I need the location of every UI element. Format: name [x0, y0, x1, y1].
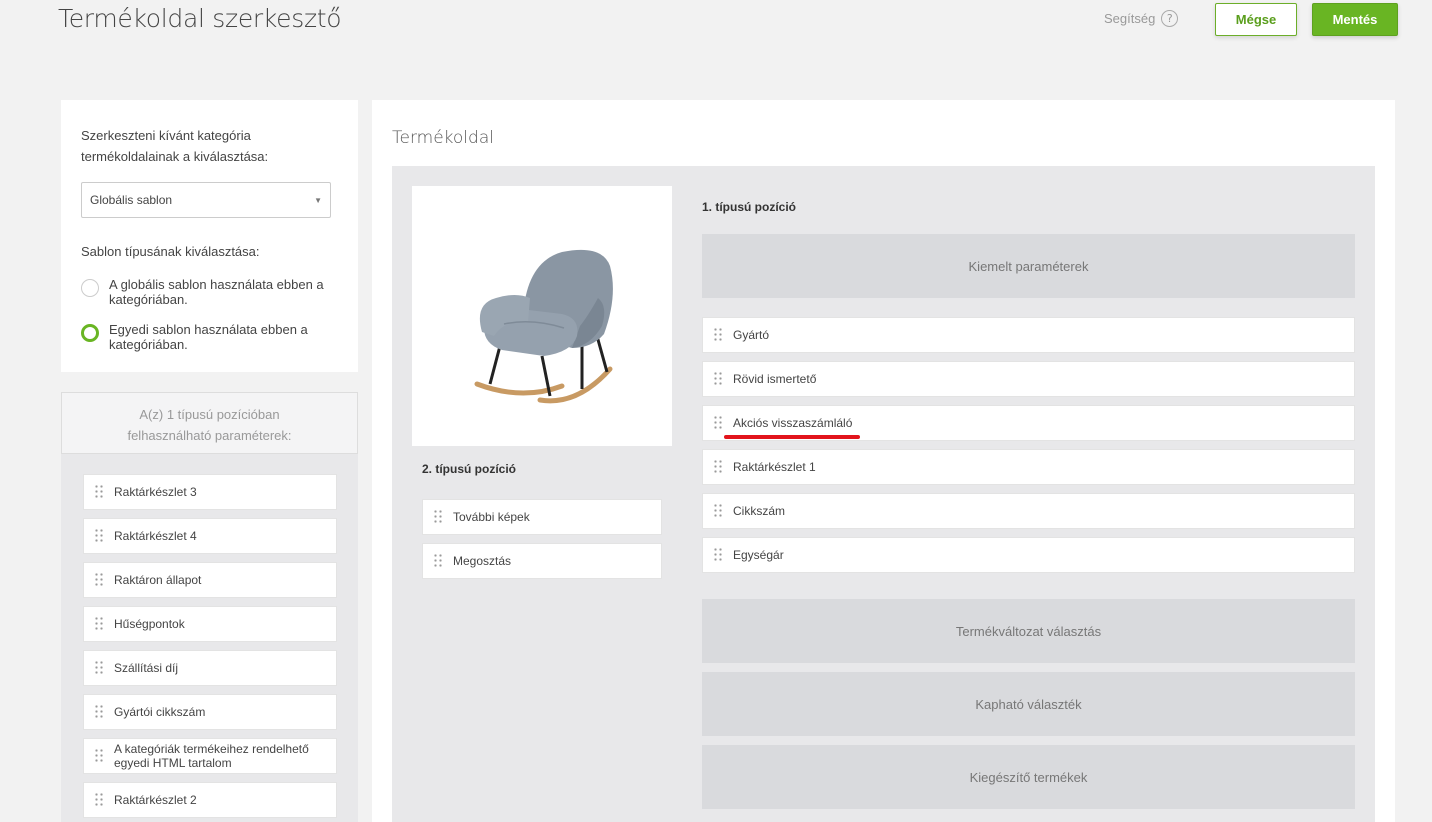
highlighted-params-block[interactable]: Kiemelt paraméterek: [702, 234, 1355, 298]
position1-item[interactable]: Akciós visszaszámláló: [702, 405, 1355, 441]
red-underline-annotation: [724, 435, 860, 439]
param-label: Raktáron állapot: [114, 573, 202, 587]
drag-handle-icon[interactable]: [94, 660, 104, 676]
drag-handle-icon[interactable]: [433, 509, 443, 525]
radio-label: A globális sablon használata ebben a kat…: [109, 277, 324, 307]
position1-item[interactable]: Egységár: [702, 537, 1355, 573]
position2-item[interactable]: További képek: [422, 499, 662, 535]
param-label-line1: A kategóriák termékeihez rendelhető: [114, 742, 309, 756]
radio-custom-template[interactable]: Egyedi sablon használata ebben a kategór…: [81, 322, 341, 352]
available-params-panel: A(z) 1 típusú pozícióban felhasználható …: [61, 392, 358, 822]
item-label: Egységár: [733, 548, 784, 562]
rocking-chair-image: [474, 249, 613, 404]
param-item[interactable]: Gyártói cikkszám: [83, 694, 337, 730]
param-item[interactable]: Raktárkészlet 3: [83, 474, 337, 510]
param-label: Gyártói cikkszám: [114, 705, 206, 719]
params-header-line1: A(z) 1 típusú pozícióban: [139, 407, 280, 422]
param-label: Hűségpontok: [114, 617, 185, 631]
accessory-products-block[interactable]: Kiegészítő termékek: [702, 745, 1355, 809]
radio-label-line1: Egyedi sablon használata ebben a: [109, 322, 308, 337]
param-label-line2: egyedi HTML tartalom: [114, 756, 232, 770]
help-icon[interactable]: ?: [1161, 10, 1179, 27]
category-select[interactable]: Globális sablon ▼: [81, 182, 331, 218]
product-image: [412, 186, 672, 446]
position1-label: 1. típusú pozíció: [702, 200, 797, 214]
product-page-panel: Termékoldal 2. típusú pozíció További ké…: [372, 100, 1395, 822]
radio-label: Egyedi sablon használata ebben a kategór…: [109, 322, 308, 352]
drag-handle-icon[interactable]: [94, 792, 104, 808]
radio-button[interactable]: [81, 279, 99, 297]
layout-canvas: 2. típusú pozíció További képek Megosztá…: [392, 166, 1375, 822]
param-label: Raktárkészlet 4: [114, 529, 197, 543]
param-label: Raktárkészlet 2: [114, 793, 197, 807]
help-label: Segítség: [1104, 11, 1156, 26]
item-label: További képek: [453, 510, 530, 524]
param-label: A kategóriák termékeihez rendelhető egye…: [114, 742, 309, 770]
category-settings-panel: Szerkeszteni kívánt kategória termékolda…: [61, 100, 358, 372]
available-options-block[interactable]: Kapható választék: [702, 672, 1355, 736]
radio-label-line1: A globális sablon használata ebben a: [109, 277, 324, 292]
category-label-line1: Szerkeszteni kívánt kategória: [81, 128, 251, 143]
param-label: Szállítási díj: [114, 661, 179, 675]
category-label: Szerkeszteni kívánt kategória termékolda…: [81, 125, 268, 167]
position2-label: 2. típusú pozíció: [422, 462, 517, 476]
param-item[interactable]: Raktárkészlet 4: [83, 518, 337, 554]
item-label: Cikkszám: [733, 504, 786, 518]
item-label: Raktárkészlet 1: [733, 460, 816, 474]
radio-global-template[interactable]: A globális sablon használata ebben a kat…: [81, 277, 341, 307]
drag-handle-icon[interactable]: [94, 616, 104, 632]
category-select-value: Globális sablon: [90, 193, 173, 207]
radio-button-checked[interactable]: [81, 324, 99, 342]
position2-item[interactable]: Megosztás: [422, 543, 662, 579]
position1-item[interactable]: Cikkszám: [702, 493, 1355, 529]
param-item[interactable]: A kategóriák termékeihez rendelhető egye…: [83, 738, 337, 774]
position1-item[interactable]: Rövid ismertető: [702, 361, 1355, 397]
drag-handle-icon[interactable]: [713, 503, 723, 519]
drag-handle-icon[interactable]: [94, 748, 104, 764]
param-item[interactable]: Raktáron állapot: [83, 562, 337, 598]
help-link[interactable]: Segítség ?: [1104, 10, 1179, 27]
param-item[interactable]: Hűségpontok: [83, 606, 337, 642]
params-header-line2: felhasználható paraméterek:: [127, 428, 292, 443]
page-title: Termékoldal szerkesztő: [58, 4, 342, 33]
radio-label-line2: kategóriában.: [109, 292, 188, 307]
save-button[interactable]: Mentés: [1312, 3, 1398, 36]
drag-handle-icon[interactable]: [94, 572, 104, 588]
template-type-label: Sablon típusának kiválasztása:: [81, 244, 260, 259]
position1-item[interactable]: Raktárkészlet 1: [702, 449, 1355, 485]
position1-item[interactable]: Gyártó: [702, 317, 1355, 353]
drag-handle-icon[interactable]: [713, 327, 723, 343]
category-label-line2: termékoldalainak a kiválasztása:: [81, 149, 269, 164]
drag-handle-icon[interactable]: [713, 547, 723, 563]
drag-handle-icon[interactable]: [713, 371, 723, 387]
drag-handle-icon[interactable]: [94, 704, 104, 720]
drag-handle-icon[interactable]: [94, 484, 104, 500]
radio-label-line2: kategóriában.: [109, 337, 188, 352]
param-item[interactable]: Raktárkészlet 2: [83, 782, 337, 818]
param-item[interactable]: Szállítási díj: [83, 650, 337, 686]
drag-handle-icon[interactable]: [94, 528, 104, 544]
item-label: Akciós visszaszámláló: [733, 416, 853, 430]
drag-handle-icon[interactable]: [433, 553, 443, 569]
drag-handle-icon[interactable]: [713, 415, 723, 431]
drag-handle-icon[interactable]: [713, 459, 723, 475]
item-label: Gyártó: [733, 328, 770, 342]
cancel-button[interactable]: Mégse: [1215, 3, 1297, 36]
params-header: A(z) 1 típusú pozícióban felhasználható …: [61, 392, 358, 454]
variant-selector-block[interactable]: Termékváltozat választás: [702, 599, 1355, 663]
param-label: Raktárkészlet 3: [114, 485, 197, 499]
item-label: Megosztás: [453, 554, 512, 568]
caret-down-icon: ▼: [314, 196, 322, 205]
section-title: Termékoldal: [392, 128, 494, 148]
item-label: Rövid ismertető: [733, 372, 817, 386]
